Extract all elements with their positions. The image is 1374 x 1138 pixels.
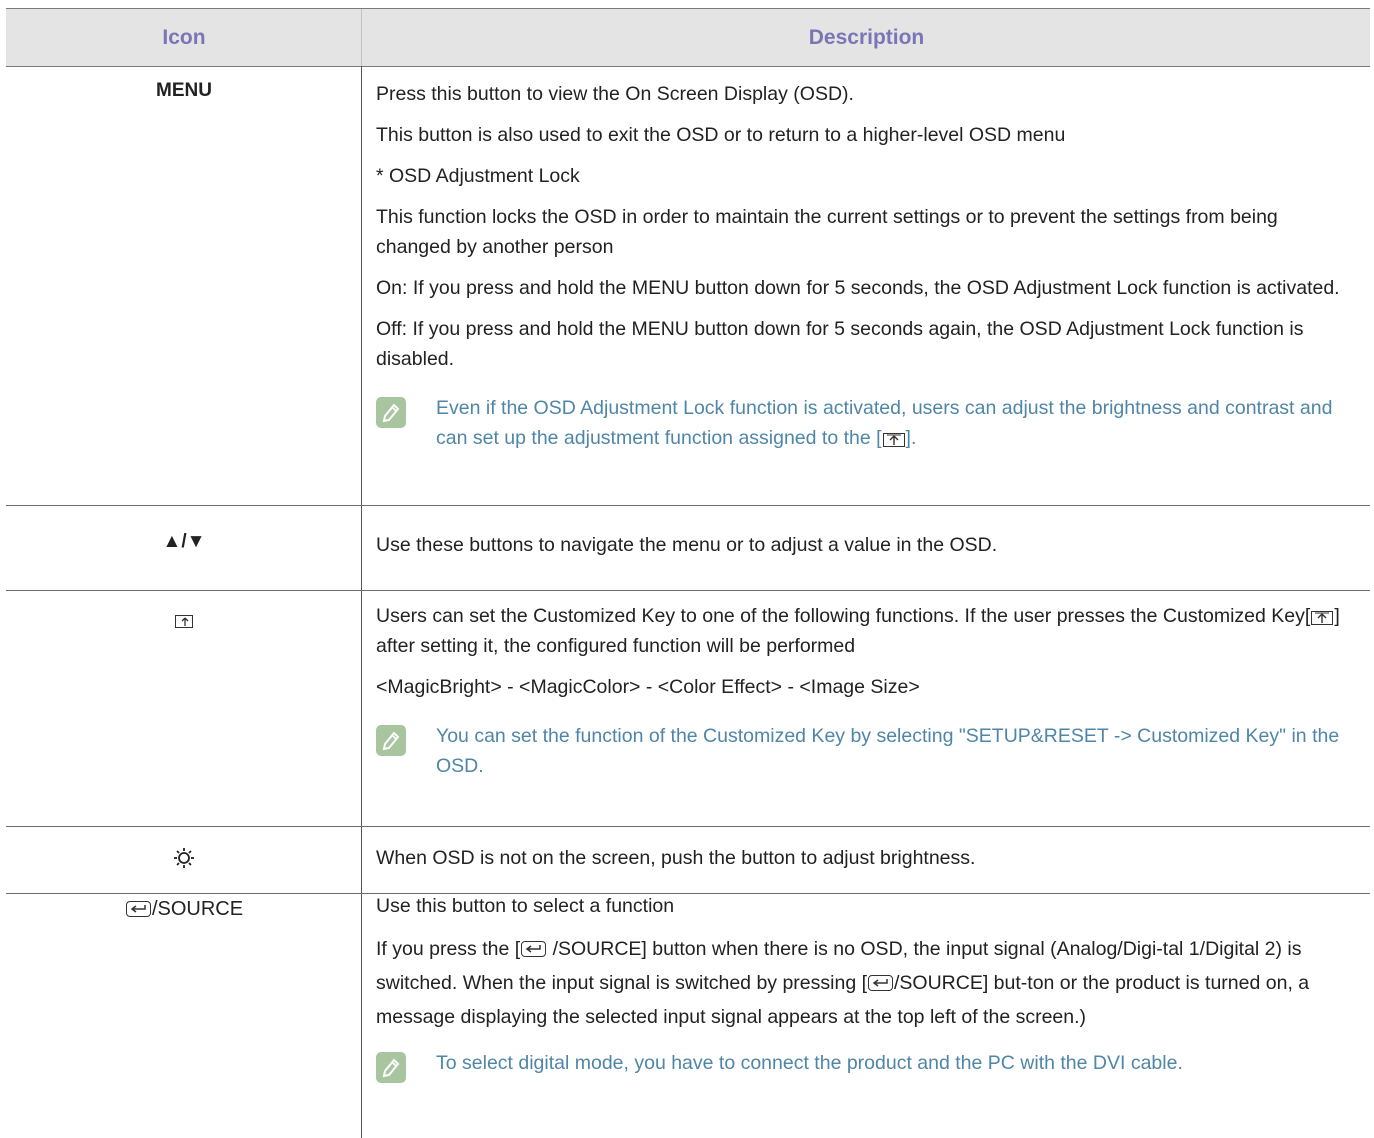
text: If you press the [ — [376, 938, 521, 960]
header-description: Description — [808, 26, 925, 49]
menu-label: MENU — [156, 80, 212, 101]
paragraph: Use these buttons to navigate the menu o… — [376, 534, 998, 556]
enter-icon — [868, 975, 893, 991]
table-row-customized-key: Users can set the Customized Key to one … — [6, 591, 1370, 827]
note: You can set the function of the Customiz… — [376, 721, 1356, 781]
note-pencil-icon — [376, 725, 406, 756]
note-text: You can set the function of the Customiz… — [436, 725, 1340, 777]
source-suffix: /SOURCE — [151, 898, 244, 920]
paragraph: * OSD Adjustment Lock — [376, 165, 580, 187]
table-row-source: /SOURCE Use this button to select a func… — [6, 894, 1370, 1138]
arrows-description: Use these buttons to navigate the menu o… — [376, 530, 1356, 571]
paragraph: This function locks the OSD in order to … — [376, 206, 1278, 258]
note: Even if the OSD Adjustment Lock function… — [376, 393, 1356, 453]
customized-key-cell — [6, 609, 362, 631]
source-description: Use this button to select a function If … — [376, 891, 1356, 1083]
customized-key-icon — [1311, 611, 1334, 625]
brightness-description: When OSD is not on the screen, push the … — [376, 843, 1356, 884]
customized-key-icon — [175, 615, 193, 628]
table-row-menu: MENU Press this button to view the On Sc… — [6, 66, 1370, 506]
arrow-keys-label: ▲/▼ — [162, 531, 206, 552]
text: Users can set the Customized Key to one … — [376, 605, 1311, 627]
enter-icon — [125, 901, 151, 917]
brightness-icon — [174, 848, 194, 868]
paragraph: Users can set the Customized Key to one … — [376, 601, 1356, 661]
customized-key-icon — [882, 433, 905, 447]
note: To select digital mode, you have to conn… — [376, 1048, 1356, 1083]
table-header: Icon Description — [6, 8, 1370, 67]
brightness-cell — [6, 847, 362, 875]
note-pencil-icon — [376, 397, 406, 428]
paragraph: On: If you press and hold the MENU butto… — [376, 277, 1340, 299]
note-text-end: ]. — [905, 427, 917, 449]
paragraph: When OSD is not on the screen, push the … — [376, 847, 976, 869]
paragraph: Use this button to select a function — [376, 895, 675, 917]
source-label: /SOURCE — [6, 898, 362, 921]
table-row-brightness: When OSD is not on the screen, push the … — [6, 827, 1370, 894]
paragraph: <MagicBright> - <MagicColor> - <Color Ef… — [376, 676, 920, 698]
note-text: To select digital mode, you have to conn… — [436, 1052, 1183, 1074]
paragraph: This button is also used to exit the OSD… — [376, 124, 1066, 146]
paragraph: Off: If you press and hold the MENU butt… — [376, 318, 1304, 370]
menu-description: Press this button to view the On Screen … — [376, 79, 1356, 453]
table-row-arrows: ▲/▼ Use these buttons to navigate the me… — [6, 506, 1370, 591]
enter-icon — [521, 941, 547, 957]
header-icon: Icon — [162, 26, 206, 49]
paragraph: If you press the [ /SOURCE] button when … — [376, 932, 1356, 1034]
paragraph: Press this button to view the On Screen … — [376, 83, 854, 105]
note-pencil-icon — [376, 1052, 406, 1083]
customized-key-description: Users can set the Customized Key to one … — [376, 601, 1356, 781]
